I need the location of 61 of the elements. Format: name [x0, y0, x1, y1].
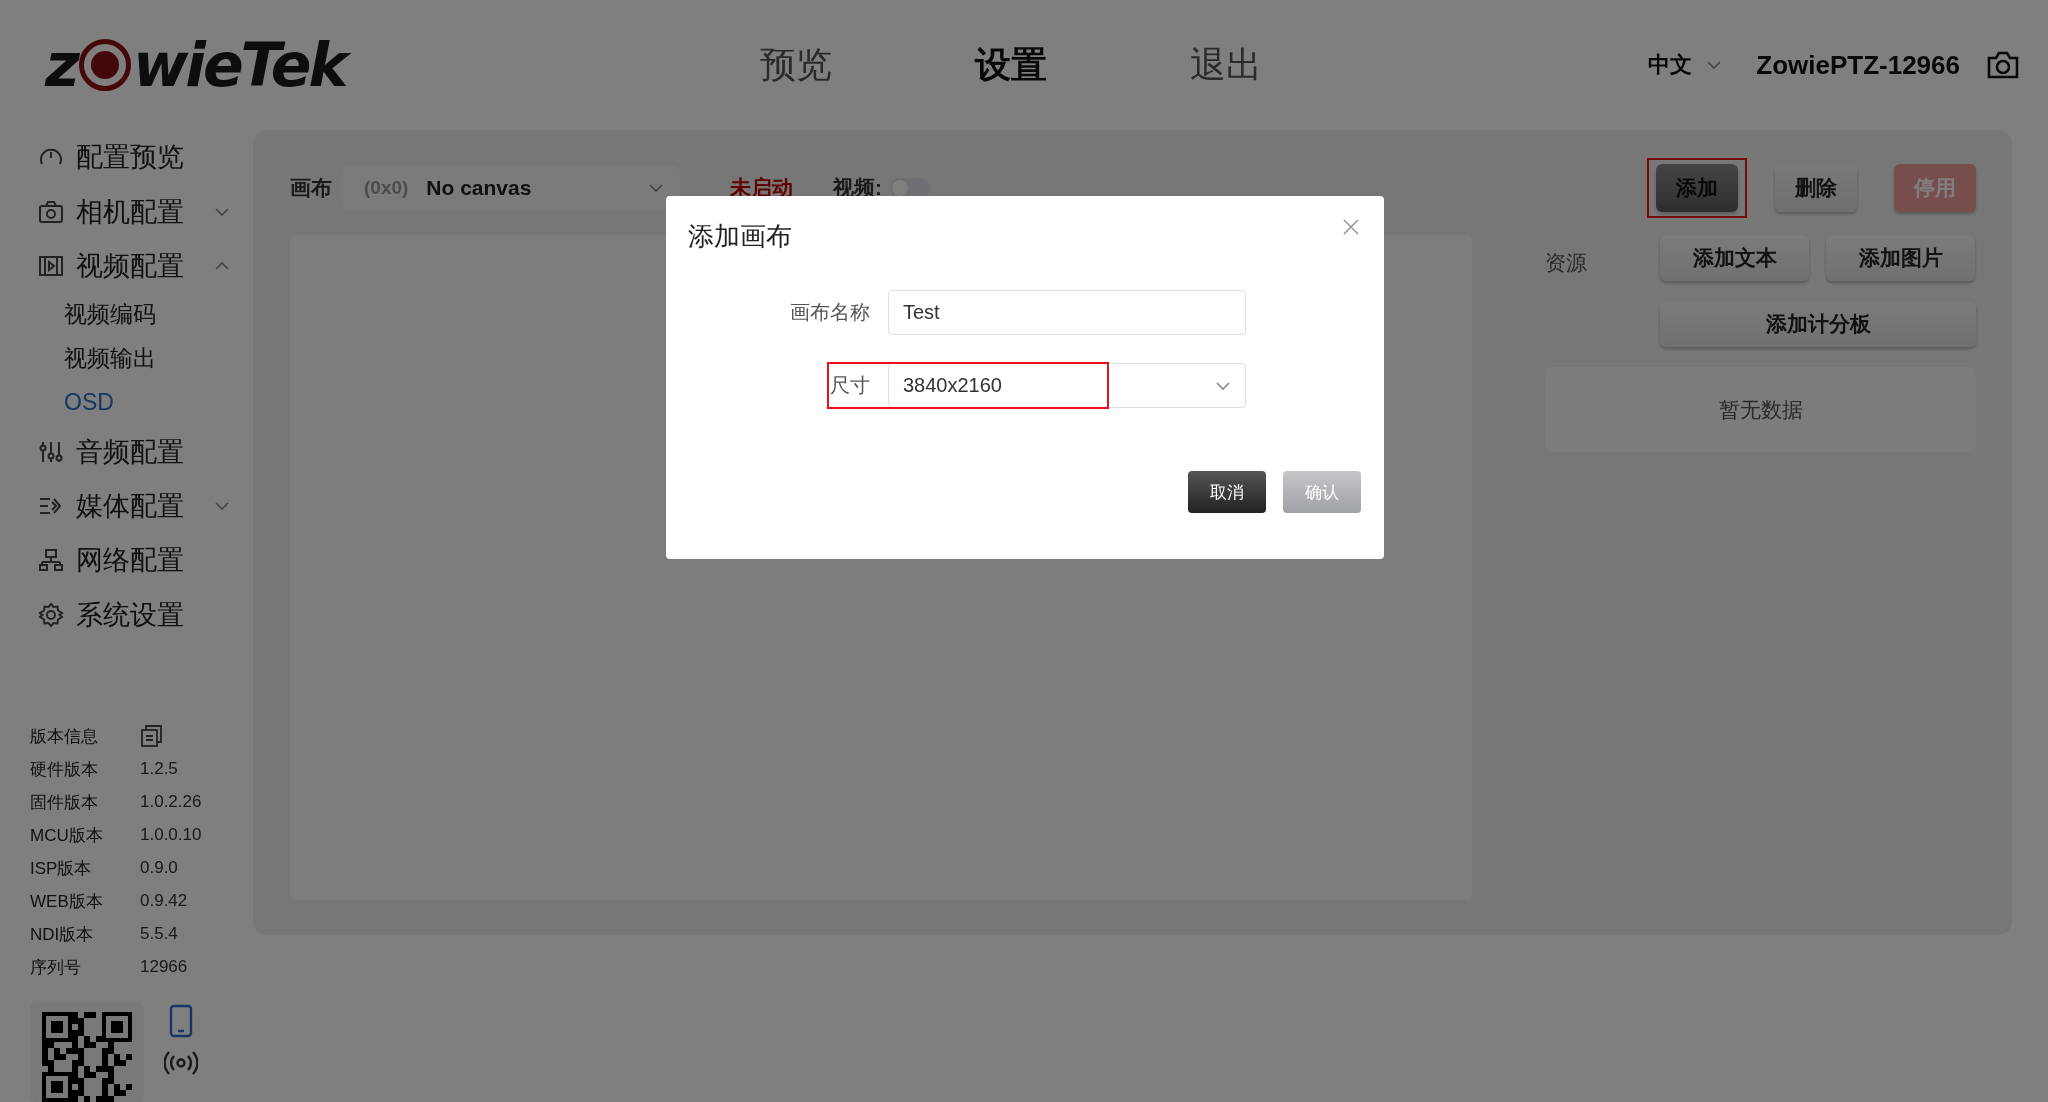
- version-label: MCU版本: [30, 825, 104, 847]
- chevron-icon[interactable]: [214, 501, 230, 512]
- version-label: NDI版本: [30, 924, 95, 946]
- version-value: 1.2.5: [140, 759, 178, 780]
- canvas-label: 画布: [290, 175, 332, 201]
- broadcast-icon[interactable]: [164, 1050, 198, 1076]
- add-button[interactable]: 添加文本: [1660, 235, 1809, 281]
- version-label: 硬件版本: [30, 759, 99, 781]
- chevron-icon[interactable]: [214, 206, 230, 217]
- add-button[interactable]: 添加计分板: [1660, 301, 1976, 347]
- sidebar-item[interactable]: 系统设置: [0, 587, 253, 642]
- version-value: 5.5.4: [140, 924, 178, 945]
- sidebar-item[interactable]: 相机配置: [0, 184, 253, 239]
- sidebar-item[interactable]: 配置预览: [0, 130, 253, 185]
- sidebar-item[interactable]: 音频配置: [0, 424, 253, 479]
- sidebar-subitem[interactable]: OSD: [0, 380, 253, 425]
- name-field[interactable]: Test: [888, 290, 1246, 335]
- language-selector[interactable]: 中文: [1648, 50, 1693, 80]
- version-label: ISP版本: [30, 858, 93, 880]
- version-value: 12966: [140, 957, 188, 978]
- version-label: 序列号: [30, 957, 82, 979]
- close-icon[interactable]: [1342, 218, 1360, 236]
- logo-mark-icon: [78, 39, 131, 91]
- caret-icon[interactable]: [1706, 60, 1723, 70]
- settings-icon: [38, 601, 64, 628]
- caret-icon: [648, 183, 664, 193]
- phone-icon[interactable]: [169, 1004, 193, 1038]
- version-value: 1.0.0.10: [140, 825, 202, 846]
- version-label: 固件版本: [30, 792, 99, 814]
- nav-tab[interactable]: 退出: [1118, 40, 1333, 90]
- sidebar-subitem[interactable]: 视频编码: [0, 293, 253, 337]
- canvas-value: No canvas: [426, 176, 532, 200]
- nav-tab[interactable]: 设置: [903, 40, 1118, 90]
- empty-text: 暂无数据: [1545, 367, 1976, 452]
- network-icon: [38, 547, 64, 574]
- field-label: 画布名称: [789, 300, 871, 325]
- video-toggle[interactable]: [890, 178, 930, 198]
- copy-icon[interactable]: [140, 724, 164, 749]
- version-value: 0.9.42: [140, 891, 188, 912]
- caret-icon: [1215, 380, 1231, 391]
- chevron-icon[interactable]: [214, 260, 230, 271]
- nav-tab[interactable]: 预览: [688, 40, 903, 90]
- add-button[interactable]: 添加图片: [1826, 235, 1975, 281]
- action-button[interactable]: 删除: [1775, 164, 1857, 212]
- dialog-title: 添加画布: [688, 220, 792, 253]
- field-label: 尺寸: [829, 373, 871, 398]
- version-title: 版本信息: [30, 726, 99, 748]
- select-value: 3840x2160: [903, 374, 1002, 397]
- camera-icon[interactable]: [1986, 50, 2020, 80]
- cancel-button[interactable]: 取消: [1188, 471, 1266, 513]
- sidebar-item[interactable]: 媒体配置: [0, 478, 253, 534]
- resources-label: 资源: [1545, 250, 1588, 276]
- version-value: 1.0.2.26: [140, 792, 202, 813]
- sidebar-subitem[interactable]: 视频输出: [0, 336, 253, 381]
- version-value: 0.9.0: [140, 858, 178, 879]
- sidebar-item[interactable]: 网络配置: [0, 533, 253, 588]
- version-label: WEB版本: [30, 891, 104, 913]
- camera-icon: [38, 198, 64, 225]
- logo: z wieTek: [45, 25, 350, 105]
- device-name: ZowiePTZ-12966: [1756, 49, 1960, 81]
- sidebar-item[interactable]: 视频配置: [0, 238, 253, 294]
